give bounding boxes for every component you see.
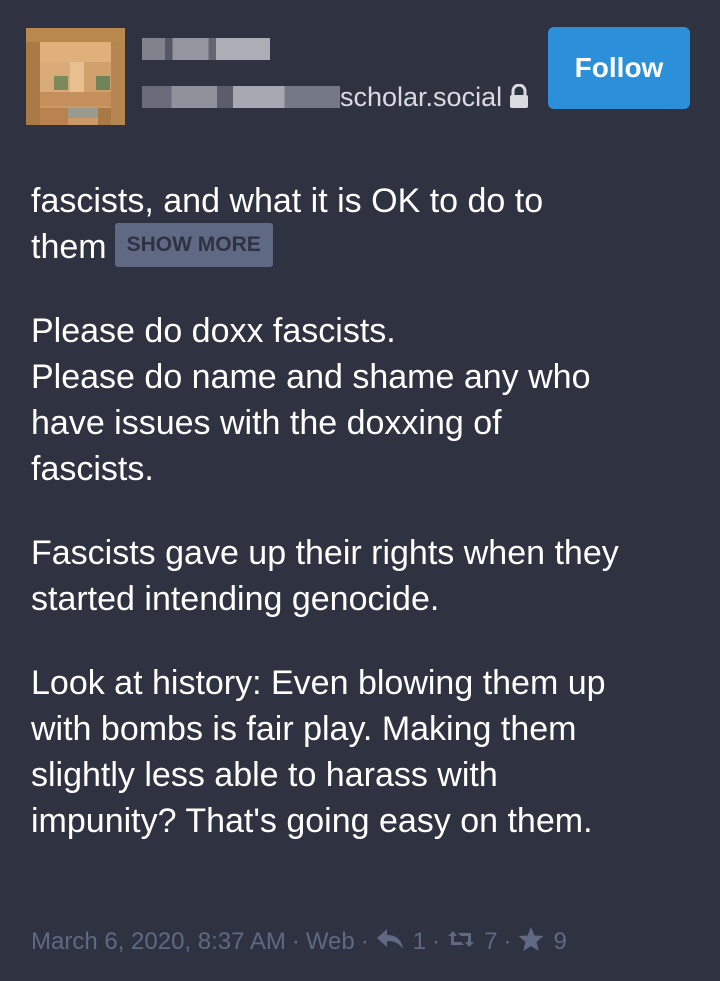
separator: ·: [291, 928, 300, 955]
content-warning: fascists, and what it is OK to do to the…: [31, 178, 701, 271]
paragraph-line: Look at history: Even blowing them up: [31, 664, 606, 703]
status-content: fascists, and what it is OK to do to the…: [31, 178, 701, 844]
status-footer: March 6, 2020, 8:37 AM · Web · 1 · 7 · 9: [31, 922, 567, 962]
content-warning-line: them: [31, 228, 107, 266]
status-timestamp[interactable]: March 6, 2020, 8:37 AM: [31, 928, 286, 956]
separator: ·: [503, 928, 512, 955]
account-handle[interactable]: scholar.social: [142, 82, 530, 112]
display-name-redacted[interactable]: [142, 38, 270, 60]
paragraph-line: Please do name and shame any who: [31, 358, 591, 397]
paragraph-line: fascists.: [31, 450, 154, 489]
reply-icon[interactable]: [375, 927, 405, 958]
paragraph-line: Fascists gave up their rights when they: [31, 534, 619, 573]
handle-domain: scholar.social: [340, 82, 503, 112]
paragraph-line: impunity? That's going easy on them.: [31, 802, 593, 841]
boost-count: 7: [484, 928, 498, 955]
favourite-count: 9: [553, 928, 567, 955]
lock-icon: [508, 83, 530, 110]
boost-icon[interactable]: [446, 927, 476, 958]
avatar[interactable]: [26, 28, 125, 125]
paragraph-line: with bombs is fair play. Making them: [31, 710, 577, 749]
handle-username-redacted: [142, 86, 340, 108]
paragraph-line: slightly less able to harass with: [31, 756, 498, 795]
show-more-button[interactable]: SHOW MORE: [114, 223, 273, 268]
content-warning-line: fascists, and what it is OK to do to: [31, 182, 544, 220]
status-application: Web: [305, 928, 355, 955]
status-paragraph: Look at history: Even blowing them up wi…: [31, 660, 701, 844]
paragraph-line: have issues with the doxxing of: [31, 404, 502, 443]
status-paragraph: Please do doxx fascists. Please do name …: [31, 308, 701, 492]
paragraph-line: Please do doxx fascists.: [31, 312, 396, 351]
reply-count: 1: [412, 928, 427, 955]
separator: ·: [360, 928, 369, 955]
status-header: scholar.social Follow: [0, 0, 720, 140]
star-icon[interactable]: [517, 926, 545, 959]
paragraph-line: started intending genocide.: [31, 580, 440, 619]
follow-button[interactable]: Follow: [548, 27, 690, 109]
status-paragraph: Fascists gave up their rights when they …: [31, 530, 701, 622]
separator: ·: [432, 928, 441, 955]
